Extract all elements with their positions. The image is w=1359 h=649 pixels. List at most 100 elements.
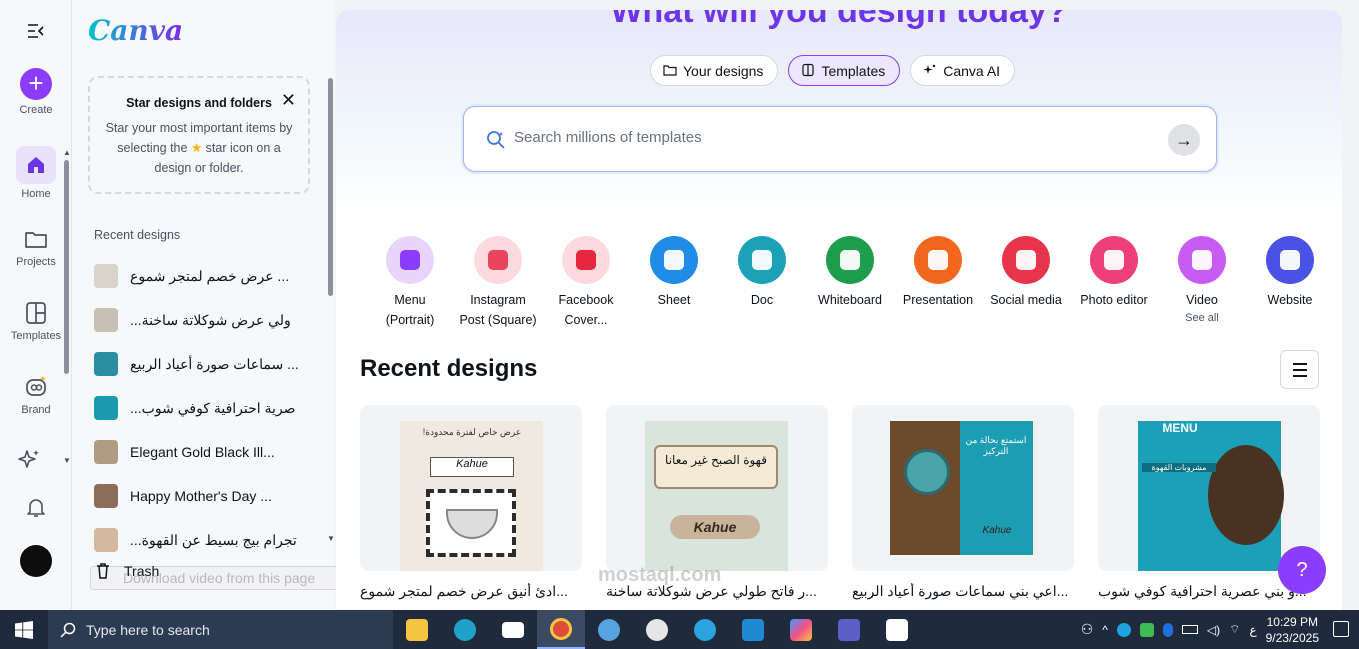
mail-icon[interactable] (489, 610, 537, 649)
scroll-up-arrow-icon[interactable]: ▲ (63, 148, 71, 157)
list-item[interactable]: ...صرية احترافية كوفي شوب (94, 386, 304, 430)
star-card-line-3: star icon on a (205, 141, 281, 155)
whatsapp-icon[interactable] (633, 610, 681, 649)
star-card-body: Star your most important items by select… (98, 118, 300, 178)
skype-icon[interactable] (1116, 622, 1131, 637)
hero-tabs: Your designs Templates Canva AI (650, 55, 1016, 86)
tab-canva-ai[interactable]: Canva AI (910, 55, 1016, 86)
file-explorer-icon[interactable] (393, 610, 441, 649)
vpn-icon[interactable] (1139, 622, 1154, 637)
clock[interactable]: 10:29 PM 9/23/2025 (1266, 614, 1319, 646)
folder-icon (663, 65, 677, 76)
taskbar-search[interactable]: Type here to search (48, 610, 393, 649)
design-card[interactable]: عرض خاص لفترة محدودة! Kahue ...ادئ أنيق … (360, 405, 582, 600)
category-instagram-post[interactable]: Instagram Post (Square) (454, 236, 542, 330)
see-all-link[interactable]: See all (1158, 310, 1246, 326)
design-card[interactable]: استمتع بحالة من التركيز Kahue ...اعي بني… (852, 405, 1074, 600)
templates-icon (26, 302, 46, 324)
tab-templates[interactable]: Templates (788, 55, 901, 86)
category-doc[interactable]: Doc (718, 236, 806, 310)
category-social-media[interactable]: Social media (982, 236, 1070, 310)
list-item-label: ...صرية احترافية كوفي شوب (130, 399, 296, 416)
category-label: Instagram (470, 293, 526, 307)
star-card-line-2: selecting the (117, 141, 188, 155)
battery-icon[interactable] (1181, 625, 1198, 634)
close-icon[interactable]: ✕ (281, 90, 296, 111)
bluetooth-icon[interactable] (1162, 622, 1173, 637)
chrome-icon[interactable] (537, 610, 585, 649)
nav-home[interactable]: Home (0, 146, 72, 200)
category-website[interactable]: Website (1246, 236, 1334, 310)
tab-label: Your designs (683, 63, 764, 79)
home-label: Home (21, 188, 51, 200)
category-whiteboard[interactable]: Whiteboard (806, 236, 894, 310)
trash-icon (97, 563, 109, 579)
trash-label: Trash (124, 563, 160, 579)
design-thumbnail (94, 528, 118, 552)
star-card-line-4: design or folder. (154, 161, 244, 175)
vscode-icon[interactable] (729, 610, 777, 649)
category-menu[interactable]: Menu (Portrait) (366, 236, 454, 330)
list-item[interactable]: عرض خصم لمتجر شموع ... (94, 254, 304, 298)
category-video[interactable]: Video See all (1158, 236, 1246, 326)
category-photo-editor[interactable]: Photo editor (1070, 236, 1158, 310)
bell-icon[interactable] (23, 494, 49, 525)
clock-date: 9/23/2025 (1265, 630, 1319, 645)
help-button[interactable]: ? (1278, 546, 1326, 594)
star-icon: ★ (190, 141, 203, 155)
collapse-menu-icon[interactable] (26, 22, 46, 40)
panel-scrollbar[interactable] (328, 78, 333, 296)
category-facebook-cover[interactable]: Facebook Cover... (542, 236, 630, 330)
system-tray: ⚇ ^ ◁) ⌔ ع 10:29 PM 9/23/2025 (1081, 610, 1319, 649)
arrow-right-icon[interactable]: → (1168, 124, 1200, 156)
category-label: Sheet (657, 293, 691, 307)
list-item[interactable]: ...ولي عرض شوكلاتة ساخنة (94, 298, 304, 342)
photos-icon[interactable] (873, 610, 921, 649)
category-label: Website (1267, 293, 1313, 307)
magic-sparkle-icon[interactable] (16, 447, 42, 478)
tab-label: Canva AI (943, 63, 1001, 79)
canva-logo[interactable]: Canva (88, 14, 183, 47)
design-thumbnail (94, 308, 118, 332)
trash-button[interactable]: Trash (94, 562, 159, 580)
nav-projects[interactable]: Projects (0, 226, 72, 268)
tab-your-designs[interactable]: Your designs (650, 55, 779, 86)
design-thumbnail (94, 264, 118, 288)
design-preview: MENU مشروبات القهوة (1098, 405, 1320, 571)
doc-icon (738, 236, 786, 284)
wifi-icon[interactable]: ⌔ (1229, 622, 1240, 637)
notification-icon[interactable] (1333, 621, 1349, 637)
video-icon (1178, 236, 1226, 284)
teams-icon[interactable] (825, 610, 873, 649)
windows-start-icon[interactable] (0, 610, 48, 649)
category-sheet[interactable]: Sheet (630, 236, 718, 310)
copilot-icon[interactable] (777, 610, 825, 649)
rail-scrollbar[interactable] (64, 160, 69, 374)
nav-templates[interactable]: Templates (0, 300, 72, 342)
preview-text: عرض خاص لفترة محدودة! (422, 427, 522, 437)
search-input[interactable] (514, 129, 1114, 146)
scroll-down-arrow-icon[interactable]: ▼ (63, 456, 71, 465)
preview-brand: Kahue (982, 525, 1012, 536)
category-presentation[interactable]: Presentation (894, 236, 982, 310)
people-icon[interactable]: ⚇ (1081, 621, 1094, 638)
list-item[interactable]: ...تجرام بيج بسيط عن القهوة (94, 518, 304, 562)
list-item[interactable]: سماعات صورة أعياد الربيع ... (94, 342, 304, 386)
avatar[interactable] (20, 545, 52, 577)
category-label: Social media (990, 293, 1062, 307)
telegram-icon[interactable] (681, 610, 729, 649)
volume-icon[interactable]: ◁) (1207, 623, 1220, 637)
create-button[interactable]: + Create (0, 68, 72, 116)
magnifier-icon[interactable] (585, 610, 633, 649)
list-view-toggle[interactable] (1280, 350, 1319, 389)
input-language[interactable]: ع (1249, 623, 1256, 637)
list-item[interactable]: Happy Mother's Day ... (94, 474, 304, 518)
list-item[interactable]: Elegant Gold Black Ill... (94, 430, 304, 474)
edge-icon[interactable] (441, 610, 489, 649)
nav-brand[interactable]: Brand (0, 374, 72, 416)
design-thumbnail (94, 484, 118, 508)
expand-chevron-icon[interactable]: ▼ (327, 534, 335, 543)
brand-icon (26, 376, 46, 396)
chevron-up-icon[interactable]: ^ (1102, 623, 1108, 637)
recent-designs-label: Recent designs (94, 228, 181, 242)
